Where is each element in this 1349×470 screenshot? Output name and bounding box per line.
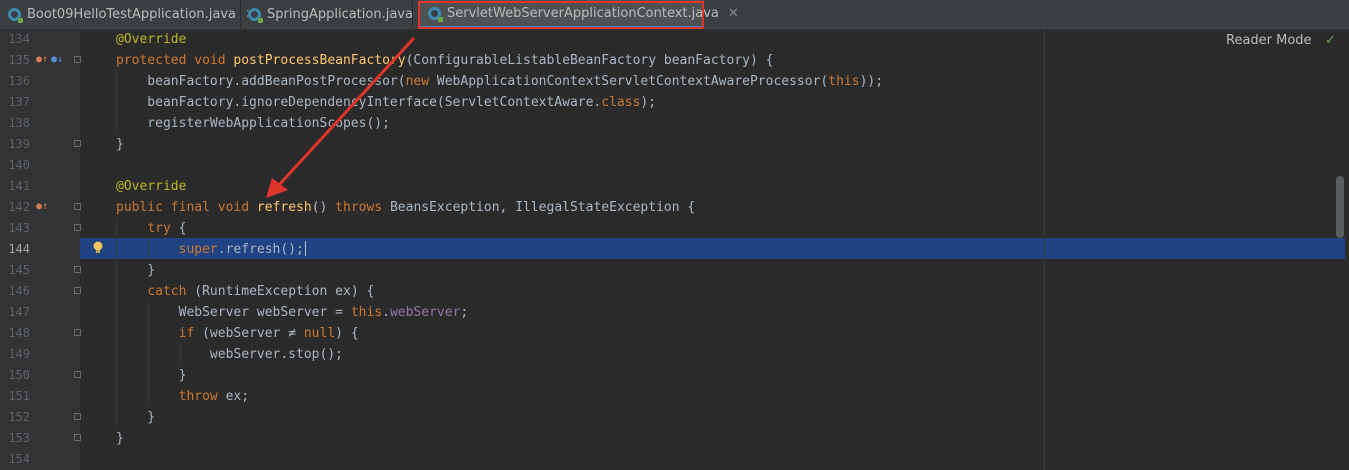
arrow-head bbox=[266, 178, 288, 198]
annotation-arrow bbox=[266, 36, 416, 198]
arrow-shaft bbox=[276, 36, 416, 188]
